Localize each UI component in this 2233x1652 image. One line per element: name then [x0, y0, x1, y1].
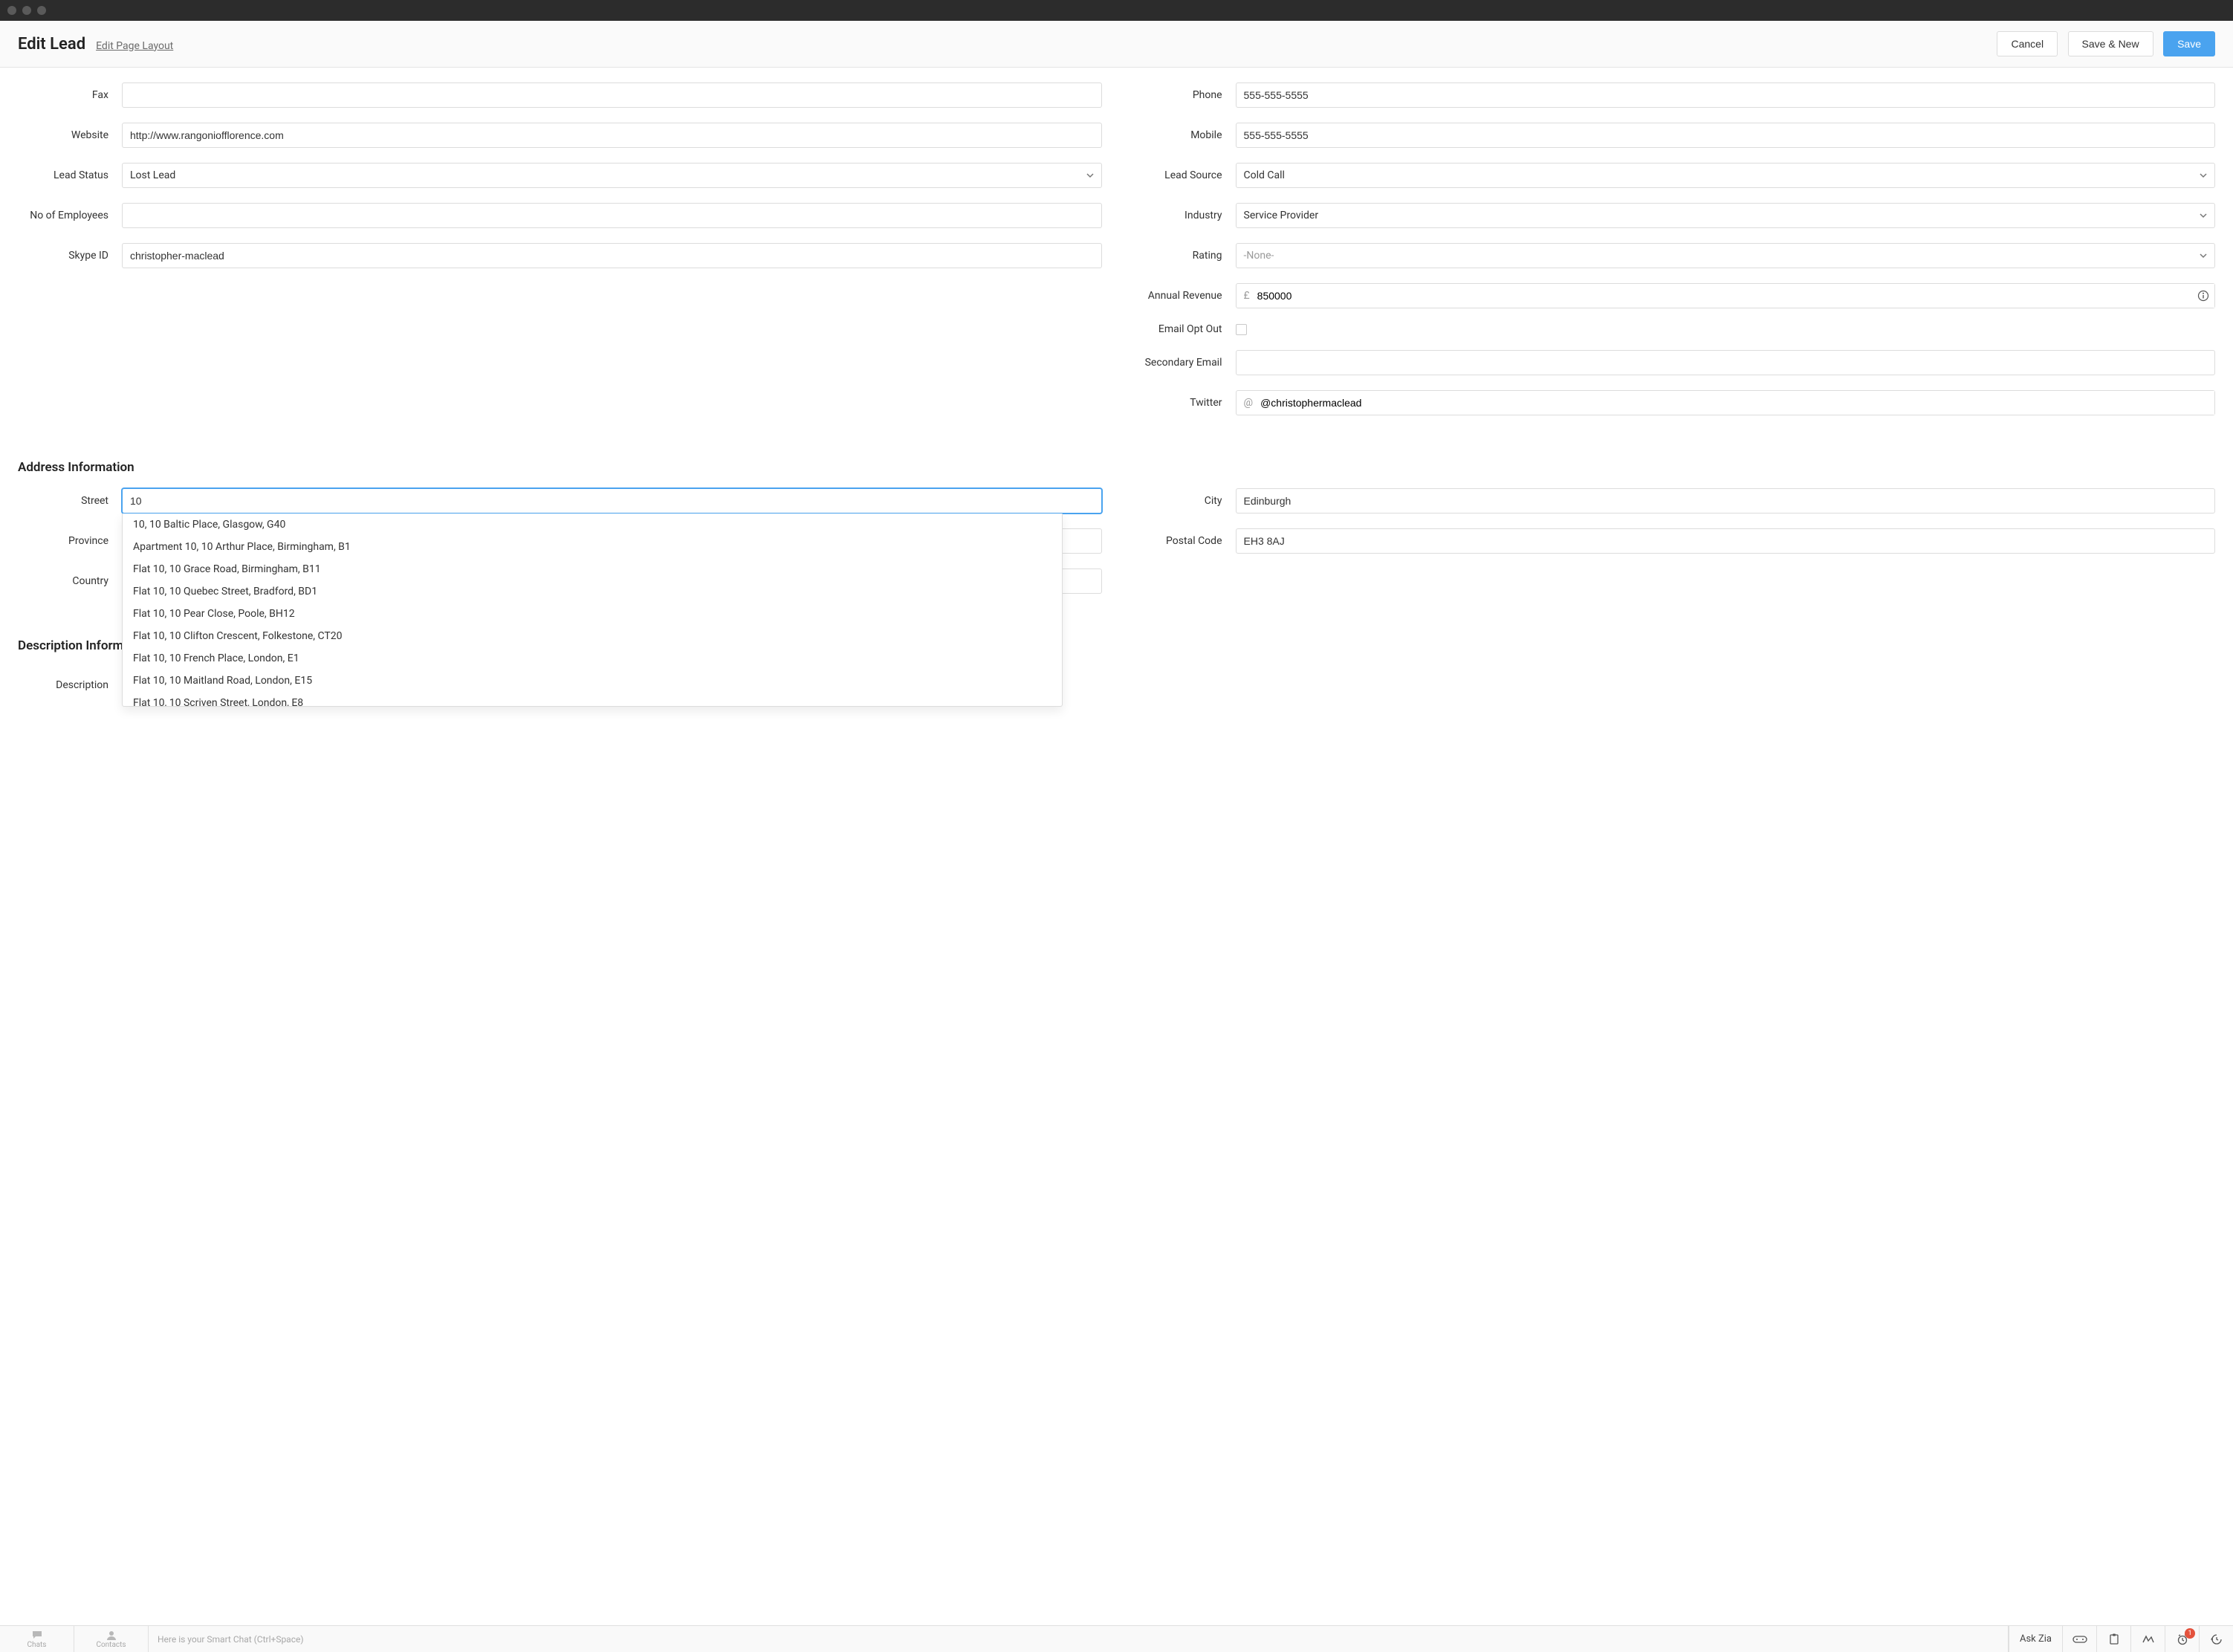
chevron-down-icon: [2200, 252, 2207, 259]
phone-field[interactable]: [1236, 82, 2216, 108]
phone-label: Phone: [1132, 89, 1236, 101]
description-label: Description: [18, 679, 122, 691]
website-label: Website: [18, 129, 122, 141]
notification-badge: 1: [2185, 1628, 2195, 1639]
chats-tab[interactable]: Chats: [0, 1626, 74, 1652]
postal-code-field[interactable]: [1236, 528, 2216, 554]
industry-label: Industry: [1132, 210, 1236, 221]
autocomplete-item[interactable]: Flat 10, 10 Maitland Road, London, E15: [123, 670, 1062, 692]
form-body: Fax Website Lead Status Lost Lead No of …: [0, 68, 2233, 1625]
chat-icon: [31, 1630, 43, 1640]
mobile-field[interactable]: [1236, 123, 2216, 148]
email-opt-out-checkbox[interactable]: [1236, 324, 1247, 335]
autocomplete-item[interactable]: Flat 10, 10 French Place, London, E1: [123, 647, 1062, 670]
window-titlebar: [0, 0, 2233, 21]
right-column: Phone Mobile Lead Source Cold Call Indus…: [1132, 82, 2216, 430]
industry-value: Service Provider: [1244, 210, 1319, 221]
chats-tab-label: Chats: [27, 1641, 47, 1649]
clipboard-icon[interactable]: [2096, 1626, 2130, 1652]
save-and-new-button[interactable]: Save & New: [2068, 31, 2153, 56]
autocomplete-item[interactable]: Flat 10, 10 Clifton Crescent, Folkestone…: [123, 625, 1062, 647]
secondary-email-field[interactable]: [1236, 350, 2216, 375]
chevron-down-icon: [2200, 172, 2207, 179]
contacts-icon: [106, 1630, 117, 1640]
save-button[interactable]: Save: [2163, 31, 2215, 56]
chevron-down-icon: [1086, 172, 1094, 179]
twitter-field-wrapper: @: [1236, 390, 2216, 415]
currency-prefix: £: [1237, 290, 1257, 302]
province-label: Province: [18, 535, 122, 547]
lead-status-value: Lost Lead: [130, 169, 175, 181]
gamepad-icon[interactable]: [2062, 1626, 2096, 1652]
no-employees-label: No of Employees: [18, 210, 122, 221]
autocomplete-item[interactable]: Flat 10, 10 Quebec Street, Bradford, BD1: [123, 580, 1062, 603]
country-label: Country: [18, 575, 122, 587]
rating-value: -None-: [1244, 250, 1274, 262]
chevron-down-icon: [2200, 212, 2207, 219]
zia-icon[interactable]: [2130, 1626, 2165, 1652]
annual-revenue-field-wrapper: £: [1236, 283, 2216, 308]
left-column: Fax Website Lead Status Lost Lead No of …: [18, 82, 1102, 430]
contacts-tab-label: Contacts: [96, 1641, 126, 1649]
address-section-title: Address Information: [18, 460, 2215, 475]
smart-chat-placeholder: Here is your Smart Chat (Ctrl+Space): [158, 1634, 304, 1645]
skype-id-field[interactable]: [122, 243, 1102, 268]
postal-code-label: Postal Code: [1132, 535, 1236, 547]
page-title: Edit Lead: [18, 35, 85, 54]
skype-id-label: Skype ID: [18, 250, 122, 262]
twitter-label: Twitter: [1132, 397, 1236, 409]
ask-zia-button[interactable]: Ask Zia: [2009, 1626, 2062, 1652]
lead-source-label: Lead Source: [1132, 169, 1236, 181]
info-icon[interactable]: [2197, 290, 2209, 302]
smart-chat-input[interactable]: Here is your Smart Chat (Ctrl+Space): [149, 1626, 2009, 1652]
annual-revenue-label: Annual Revenue: [1132, 290, 1236, 302]
autocomplete-item[interactable]: Apartment 10, 10 Arthur Place, Birmingha…: [123, 536, 1062, 558]
website-field[interactable]: [122, 123, 1102, 148]
contacts-tab[interactable]: Contacts: [74, 1626, 149, 1652]
lead-source-select[interactable]: Cold Call: [1236, 163, 2216, 188]
autocomplete-item[interactable]: Flat 10, 10 Grace Road, Birmingham, B11: [123, 558, 1062, 580]
autocomplete-item[interactable]: Flat 10, 10 Scriven Street, London, E8: [123, 692, 1062, 707]
fax-label: Fax: [18, 89, 122, 101]
email-opt-out-label: Email Opt Out: [1132, 323, 1236, 335]
street-label: Street: [18, 495, 122, 507]
cancel-button[interactable]: Cancel: [1997, 31, 2058, 56]
no-employees-field[interactable]: [122, 203, 1102, 228]
autocomplete-item[interactable]: Flat 10, 10 Pear Close, Poole, BH12: [123, 603, 1062, 625]
window-dot: [37, 6, 46, 15]
twitter-prefix: @: [1237, 397, 1261, 409]
lead-source-value: Cold Call: [1244, 169, 1285, 181]
history-icon[interactable]: [2199, 1626, 2233, 1652]
annual-revenue-field[interactable]: [1257, 284, 2214, 308]
city-label: City: [1132, 495, 1236, 507]
window-dot: [22, 6, 31, 15]
fax-field[interactable]: [122, 82, 1102, 108]
rating-select[interactable]: -None-: [1236, 243, 2216, 268]
page-header: Edit Lead Edit Page Layout Cancel Save &…: [0, 21, 2233, 68]
secondary-email-label: Secondary Email: [1132, 357, 1236, 369]
autocomplete-item[interactable]: 10, 10 Baltic Place, Glasgow, G40: [123, 514, 1062, 536]
bottom-bar: Chats Contacts Here is your Smart Chat (…: [0, 1625, 2233, 1652]
lead-status-label: Lead Status: [18, 169, 122, 181]
street-autocomplete[interactable]: 10, 10 Baltic Place, Glasgow, G40Apartme…: [122, 514, 1063, 707]
window-dot: [7, 6, 16, 15]
city-field[interactable]: [1236, 488, 2216, 514]
rating-label: Rating: [1132, 250, 1236, 262]
edit-layout-link[interactable]: Edit Page Layout: [96, 40, 173, 52]
industry-select[interactable]: Service Provider: [1236, 203, 2216, 228]
lead-status-select[interactable]: Lost Lead: [122, 163, 1102, 188]
twitter-field[interactable]: [1260, 391, 2214, 415]
mobile-label: Mobile: [1132, 129, 1236, 141]
alarm-icon[interactable]: 1: [2165, 1626, 2199, 1652]
street-field[interactable]: [122, 488, 1102, 514]
